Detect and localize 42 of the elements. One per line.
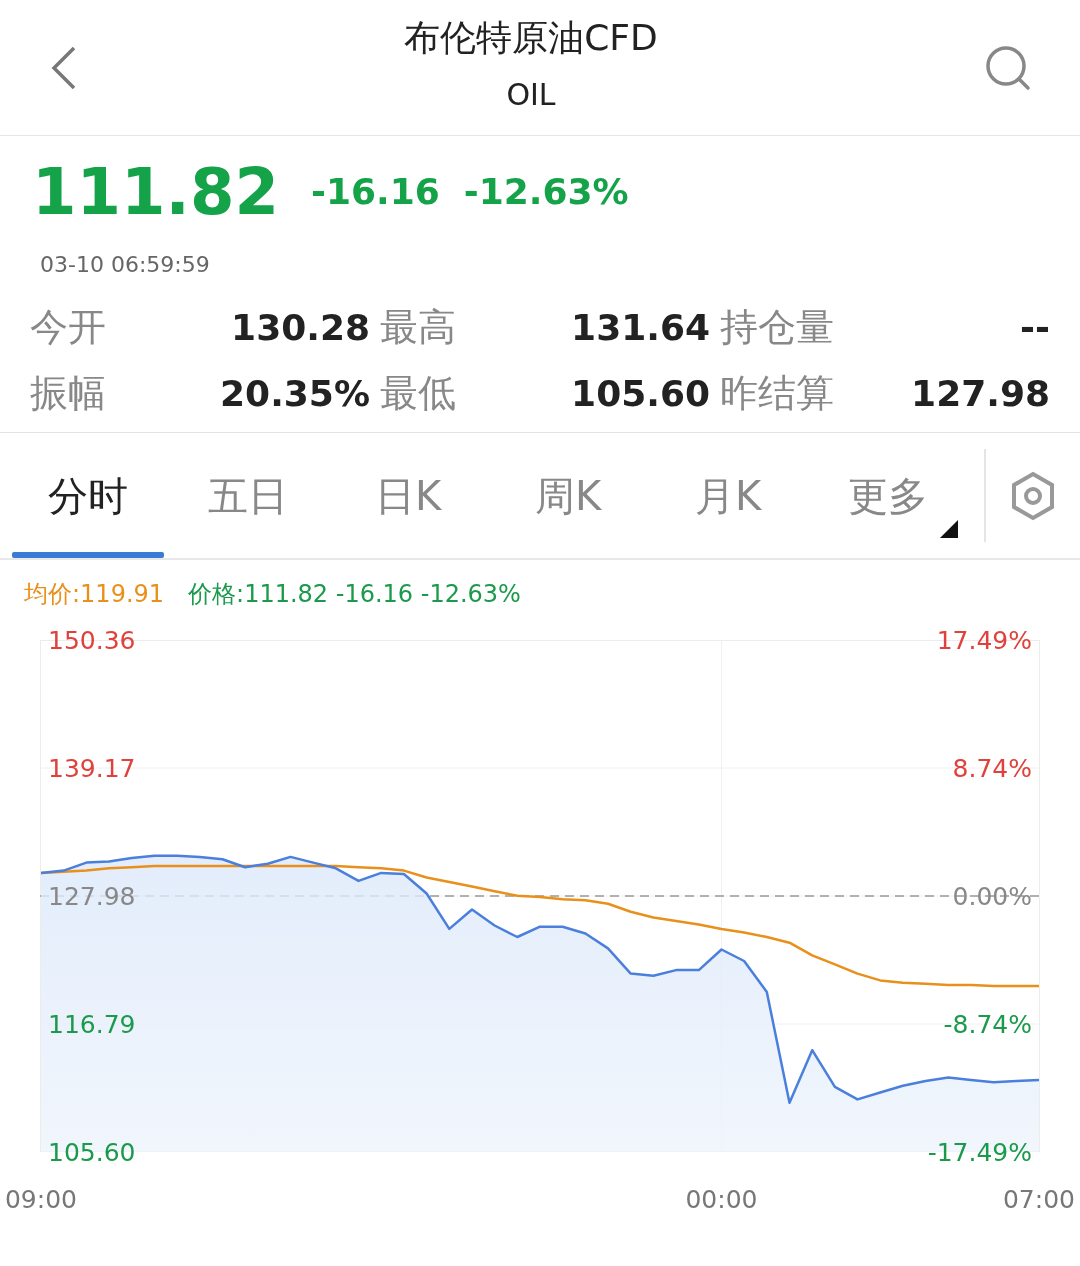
chart-tab[interactable]: 分时: [8, 433, 168, 559]
axis-label: 00:00: [685, 1185, 758, 1215]
percent-label: -8.74%: [943, 1010, 1032, 1040]
percent-change: -12.63%: [463, 170, 629, 214]
stat-label: 最低: [380, 370, 457, 417]
stat-label: 今开: [30, 305, 107, 351]
dropdown-triangle-icon: [940, 520, 958, 539]
stat-label: 振幅: [30, 370, 107, 417]
axis-label: 127.98: [48, 882, 136, 912]
legend-item: 价格:111.82 -16.16 -12.63%: [188, 579, 521, 611]
axis-label: 105.60: [48, 1138, 136, 1168]
stat-value: 105.60: [570, 371, 711, 416]
stat-label: 昨结算: [720, 370, 835, 417]
stat-value: 127.98: [910, 371, 1051, 416]
percent-label: 17.49%: [936, 626, 1032, 656]
axis-label: 116.79: [48, 1010, 136, 1040]
chart-tab[interactable]: 月K: [648, 433, 808, 559]
stat-label: 最高: [380, 305, 457, 351]
page-title: 布伦特原油CFD: [404, 18, 658, 58]
chart-tab[interactable]: 日K: [328, 433, 488, 559]
price-change: -16.16: [310, 170, 440, 214]
axis-label: 139.17: [48, 754, 136, 784]
last-price: 111.82: [32, 160, 279, 224]
axis-label: 09:00: [5, 1185, 77, 1215]
symbol-code: OIL: [506, 75, 556, 114]
stat-value: 20.35%: [219, 371, 371, 416]
stat-value: 130.28: [230, 306, 371, 350]
quote-time: 03-10 06:59:59: [40, 252, 210, 277]
more-tab[interactable]: 更多: [808, 433, 968, 559]
chart-tab[interactable]: 五日: [168, 433, 328, 559]
axis-label: 150.36: [48, 626, 136, 656]
chart-tab[interactable]: 周K: [488, 433, 648, 559]
axis-label: 07:00: [1003, 1185, 1075, 1215]
settings-icon: [1010, 470, 1056, 521]
percent-label: -17.49%: [927, 1138, 1032, 1168]
legend-item: 均价:119.91: [24, 579, 165, 611]
percent-label: 0.00%: [952, 882, 1032, 912]
percent-label: 8.74%: [952, 754, 1032, 784]
stat-label: 持仓量: [720, 305, 835, 351]
stat-value: --: [1019, 306, 1051, 350]
search-button[interactable]: [984, 43, 1032, 92]
stat-value: 131.64: [570, 306, 711, 350]
